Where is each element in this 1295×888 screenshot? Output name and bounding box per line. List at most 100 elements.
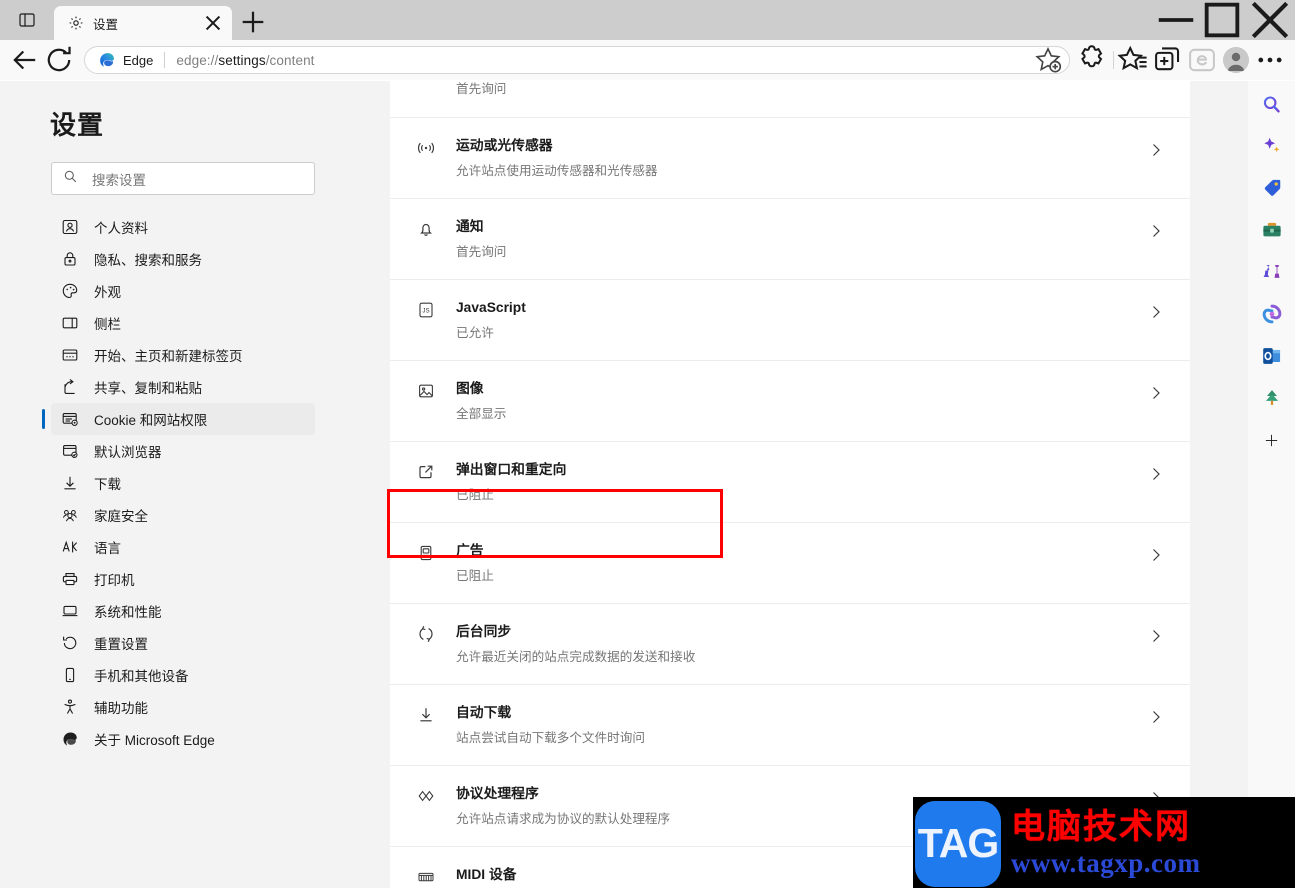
maximize-button[interactable] [1199,0,1245,40]
games-icon[interactable] [1255,255,1289,289]
add-favorite-icon[interactable] [1033,46,1063,73]
list-item-motion-sensors[interactable]: 运动或光传感器 允许站点使用运动传感器和光传感器 [390,118,1190,199]
row-subtitle: 全部显示 [456,407,507,421]
chevron-right-icon[interactable] [1148,223,1164,239]
sidebar-item-phone-devices[interactable]: 手机和其他设备 [51,659,315,691]
chevron-right-icon[interactable] [1148,547,1164,563]
printer-icon [61,570,79,588]
browser-window: 设置 Edge edge://settings/content 设置 搜索设置 … [0,0,1295,888]
title-bar: 设置 [0,0,1295,40]
sidebar-item-sidebar[interactable]: 侧栏 [51,307,315,339]
new-tab-button[interactable] [238,7,268,37]
watermark-site-url: www.tagxp.com [1011,847,1201,878]
outlook-icon[interactable] [1255,339,1289,373]
sidebar-item-profile[interactable]: 个人资料 [51,211,315,243]
sidebar-nav-list: 个人资料 隐私、搜索和服务 外观 侧栏 开始、主页和新建标签页 共享、复制和粘贴… [0,211,340,755]
sidebar-item-default-browser[interactable]: 默认浏览器 [51,435,315,467]
download-icon [61,474,79,492]
row-title: 后台同步 [456,624,512,639]
sidebar-item-label: 语言 [94,541,121,556]
sidebar-item-about-edge[interactable]: 关于 Microsoft Edge [51,723,315,755]
row-subtitle: 首先询问 [456,82,507,96]
sidebar-item-printers[interactable]: 打印机 [51,563,315,595]
sidebar-item-privacy[interactable]: 隐私、搜索和服务 [51,243,315,275]
list-item-notifications[interactable]: 通知 首先询问 [390,199,1190,280]
split-screen-icon[interactable] [1151,45,1185,75]
palette-icon [61,282,79,300]
profile-icon [61,218,79,236]
address-bar[interactable]: Edge edge://settings/content [84,46,1070,74]
more-dots-icon[interactable] [1253,45,1287,75]
add-icon[interactable] [1255,423,1289,457]
sidebar-item-label: Cookie 和网站权限 [94,413,208,428]
list-item-ads[interactable]: 广告 已阻止 [390,523,1190,604]
search-icon [63,169,78,189]
sidebar-item-label: 打印机 [94,573,135,588]
list-item-images[interactable]: 图像 全部显示 [390,361,1190,442]
search-placeholder: 搜索设置 [92,172,146,188]
microsoft365-icon[interactable] [1255,297,1289,331]
image-icon [416,381,436,401]
row-title: 通知 [456,219,484,234]
sidebar-item-family-safety[interactable]: 家庭安全 [51,499,315,531]
sidebar-item-cookies-permissions[interactable]: Cookie 和网站权限 [42,403,315,435]
sidebar-item-accessibility[interactable]: 辅助功能 [51,691,315,723]
copilot-sparkle-icon[interactable] [1255,129,1289,163]
search-input[interactable]: 搜索设置 [51,162,315,195]
toolbar-actions [1076,45,1287,75]
lock-icon [61,250,79,268]
list-item-popups-redirects[interactable]: 弹出窗口和重定向 已阻止 [390,442,1190,523]
row-text: 弹出窗口和重定向 已阻止 [456,460,1190,504]
reset-icon [61,634,79,652]
collections-icon[interactable] [1117,45,1151,75]
tab-settings[interactable]: 设置 [54,6,232,40]
row-text: 图像 全部显示 [456,379,1190,423]
shopping-tag-icon[interactable] [1255,171,1289,205]
chevron-right-icon[interactable] [1148,628,1164,644]
chevron-right-icon[interactable] [1148,709,1164,725]
sidebar-item-downloads[interactable]: 下载 [51,467,315,499]
row-title: 弹出窗口和重定向 [456,462,567,477]
settings-sidebar: 设置 搜索设置 个人资料 隐私、搜索和服务 外观 侧栏 开始、主页和新建标签页 … [0,81,340,888]
row-subtitle: 允许站点使用运动传感器和光传感器 [456,164,658,178]
sidebar-item-label: 隐私、搜索和服务 [94,253,202,268]
edge-logo-icon [100,52,114,67]
sidebar-item-system-performance[interactable]: 系统和性能 [51,595,315,627]
list-item-partial[interactable]: 首先询问 [390,81,1190,118]
browser-toolbar: Edge edge://settings/content [0,40,1295,80]
gear-icon [68,15,84,31]
list-item-javascript[interactable]: JS JavaScript 已允许 [390,280,1190,361]
sidebar-item-reset-settings[interactable]: 重置设置 [51,627,315,659]
sidebar-item-share-copy-paste[interactable]: 共享、复制和粘贴 [51,371,315,403]
list-item-background-sync[interactable]: 后台同步 允许最近关闭的站点完成数据的发送和接收 [390,604,1190,685]
sidebar-item-label: 辅助功能 [94,701,148,716]
tab-search-icon[interactable] [0,0,54,40]
row-title: 广告 [456,543,484,558]
sidebar-item-languages[interactable]: 语言 [51,531,315,563]
sidebar-item-appearance[interactable]: 外观 [51,275,315,307]
sidebar-item-start-home-newtab[interactable]: 开始、主页和新建标签页 [51,339,315,371]
back-button[interactable] [8,45,42,75]
search-icon[interactable] [1255,87,1289,121]
drop-icon[interactable] [1255,381,1289,415]
list-item-auto-downloads[interactable]: 自动下载 站点尝试自动下载多个文件时询问 [390,685,1190,766]
extensions-icon[interactable] [1076,45,1110,75]
row-text: 首先询问 [456,81,1190,98]
cookie-permissions-icon [61,410,79,428]
content-scrollbar[interactable] [1232,81,1248,888]
chevron-right-icon[interactable] [1148,385,1164,401]
sidebar-item-label: 下载 [94,477,121,492]
partial-icon [416,83,436,103]
row-title: 自动下载 [456,705,512,720]
chevron-right-icon[interactable] [1148,304,1164,320]
chevron-right-icon[interactable] [1148,466,1164,482]
tab-close-icon[interactable] [202,12,224,34]
minimize-button[interactable] [1153,0,1199,40]
refresh-button[interactable] [42,45,76,75]
tools-icon[interactable] [1255,213,1289,247]
chevron-right-icon[interactable] [1148,142,1164,158]
sidebar-item-label: 侧栏 [94,317,121,332]
avatar[interactable] [1223,47,1249,73]
watermark-logo-text: TAG [917,820,1000,866]
close-button[interactable] [1245,0,1295,40]
